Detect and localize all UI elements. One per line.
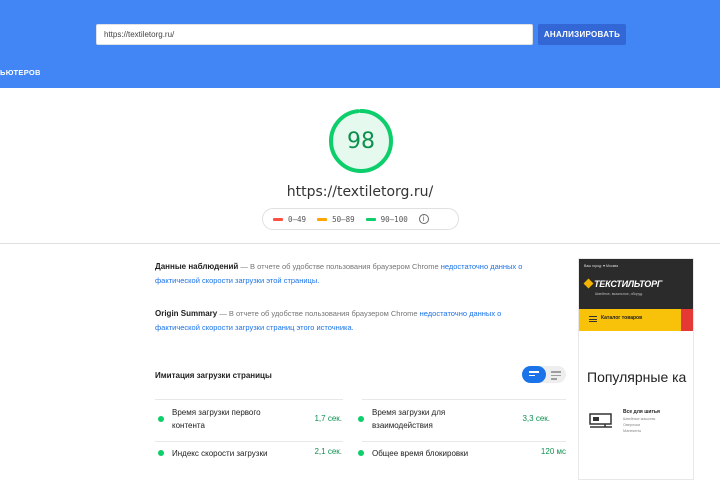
divider xyxy=(0,243,720,244)
url-input[interactable] xyxy=(96,24,533,45)
metric-label: Время загрузки для взаимодействия xyxy=(372,408,446,430)
field-data-text: — В отчете об удобстве пользования брауз… xyxy=(238,262,441,271)
tested-url: https://textiletorg.ru/ xyxy=(286,184,434,200)
preview-city: Ваш город: ♥ Москва xyxy=(584,264,619,268)
metric-label: Общее время блокировки xyxy=(372,449,469,458)
preview-tagline: Швейное, вязальное, оборуд. xyxy=(595,292,644,296)
metric-divider xyxy=(362,441,566,442)
preview-heading: Популярные ка xyxy=(587,369,687,385)
metric-status-dot xyxy=(158,416,164,422)
origin-summary-section: Origin Summary — В отчете об удобстве по… xyxy=(155,307,535,335)
preview-accent-block xyxy=(681,309,693,331)
score-legend: 0–49 50–89 90–100 i xyxy=(262,208,459,230)
preview-category-item: Манекены xyxy=(623,429,642,433)
metric-value: 1,7 сек. xyxy=(314,414,342,423)
metric-status-dot xyxy=(358,416,364,422)
info-icon[interactable]: i xyxy=(418,214,429,224)
lab-data-title: Имитация загрузки страницы xyxy=(155,371,272,380)
score-value: 98 xyxy=(347,128,375,154)
metric-value: 3,3 сек. xyxy=(522,414,550,423)
legend-average-mark xyxy=(317,217,328,221)
detail-view-icon xyxy=(551,371,561,382)
view-toggle[interactable] xyxy=(522,366,566,383)
legend-fail-label: 0–49 xyxy=(288,214,307,224)
menu-icon xyxy=(589,316,597,324)
metric-divider xyxy=(155,399,343,400)
logo-mark-icon xyxy=(583,278,594,289)
legend-average-label: 50–89 xyxy=(332,214,355,224)
legend-pass-label: 90–100 xyxy=(380,214,408,224)
metric-status-dot xyxy=(358,450,364,456)
metric-divider xyxy=(362,399,566,400)
legend-pass-mark xyxy=(365,217,376,221)
metric-divider xyxy=(155,441,343,442)
field-data-section: Данные наблюдений — В отчете об удобстве… xyxy=(155,260,535,288)
metric-label: Индекс скорости загрузки xyxy=(172,449,268,458)
preview-category-item: Швейные машины xyxy=(623,417,656,421)
field-data-title: Данные наблюдений xyxy=(155,262,239,271)
page-preview: Ваш город: ♥ Москва ТЕКСТИЛЬТОРГ Швейное… xyxy=(578,258,694,480)
preview-logo: ТЕКСТИЛЬТОРГ xyxy=(594,279,663,289)
tab-desktop[interactable]: ЬЮТЕРОВ xyxy=(0,68,41,77)
sewing-machine-icon xyxy=(589,413,612,428)
top-bar: АНАЛИЗИРОВАТЬ ЬЮТЕРОВ xyxy=(0,0,720,88)
origin-summary-text: — В отчете об удобстве пользования брауз… xyxy=(217,309,420,318)
legend-fail-mark xyxy=(273,217,283,221)
preview-category-item: Оверлоки xyxy=(623,423,641,427)
legend-item-fail: 0–49 xyxy=(273,215,306,224)
preview-category-title: Все для шитья xyxy=(623,409,660,415)
preview-catalog-label: Каталог товаров xyxy=(601,315,643,321)
metric-value: 120 мс xyxy=(540,447,566,456)
metric-label: Время загрузки первого контента xyxy=(172,408,261,430)
metric-value: 2,1 сек. xyxy=(314,447,342,456)
analyze-button[interactable]: АНАЛИЗИРОВАТЬ xyxy=(538,24,626,45)
preview-topbar: Ваш город: ♥ Москва ТЕКСТИЛЬТОРГ Швейное… xyxy=(579,259,693,309)
metric-status-dot xyxy=(158,450,164,456)
legend-item-average: 50–89 xyxy=(317,215,355,224)
list-view-icon xyxy=(529,371,539,378)
origin-summary-title: Origin Summary xyxy=(155,309,218,318)
legend-item-pass: 90–100 xyxy=(365,214,408,224)
